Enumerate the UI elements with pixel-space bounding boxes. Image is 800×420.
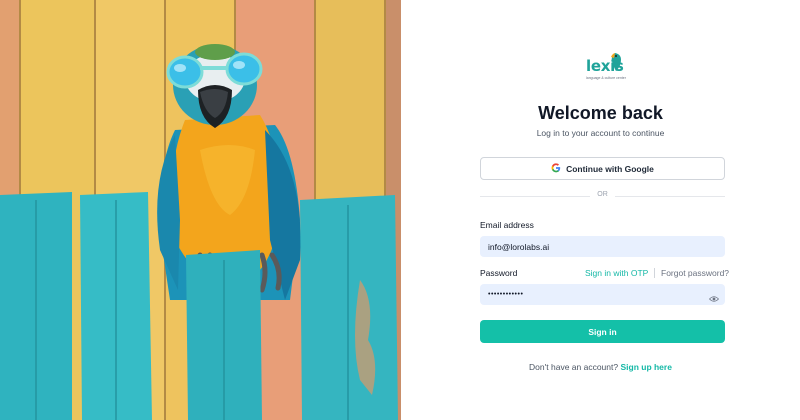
- email-label: Email address: [480, 220, 534, 230]
- eye-icon[interactable]: [708, 290, 720, 308]
- page-title: Welcome back: [538, 103, 663, 123]
- login-panel: lexis language & culture center Welcome …: [401, 0, 800, 420]
- signup-prompt: Don't have an account? Sign up here: [401, 362, 800, 372]
- password-label: Password: [480, 268, 518, 278]
- signup-link[interactable]: Sign up here: [620, 362, 671, 372]
- email-value: info@lorolabs.ai: [488, 241, 550, 252]
- forgot-password-link[interactable]: Forgot password?: [661, 268, 729, 278]
- otp-signin-link[interactable]: Sign in with OTP: [585, 268, 648, 278]
- google-icon: [551, 162, 561, 175]
- google-signin-label: Continue with Google: [566, 163, 654, 174]
- password-value: ••••••••••••: [488, 291, 524, 298]
- brand-logo: lexis language & culture center: [586, 52, 630, 82]
- or-divider: OR: [480, 190, 725, 202]
- google-signin-button[interactable]: Continue with Google: [480, 157, 725, 180]
- page-subtitle: Log in to your account to continue: [536, 128, 665, 138]
- sign-in-button[interactable]: Sign in: [480, 320, 725, 343]
- link-separator: [654, 268, 655, 278]
- email-field[interactable]: info@lorolabs.ai: [480, 236, 725, 257]
- parrot-icon: [609, 52, 623, 77]
- hero-image: [0, 0, 401, 420]
- parrot-illustration: [0, 0, 401, 420]
- password-field[interactable]: ••••••••••••: [480, 284, 725, 305]
- or-text: OR: [597, 191, 608, 198]
- signup-prompt-text: Don't have an account?: [529, 362, 619, 372]
